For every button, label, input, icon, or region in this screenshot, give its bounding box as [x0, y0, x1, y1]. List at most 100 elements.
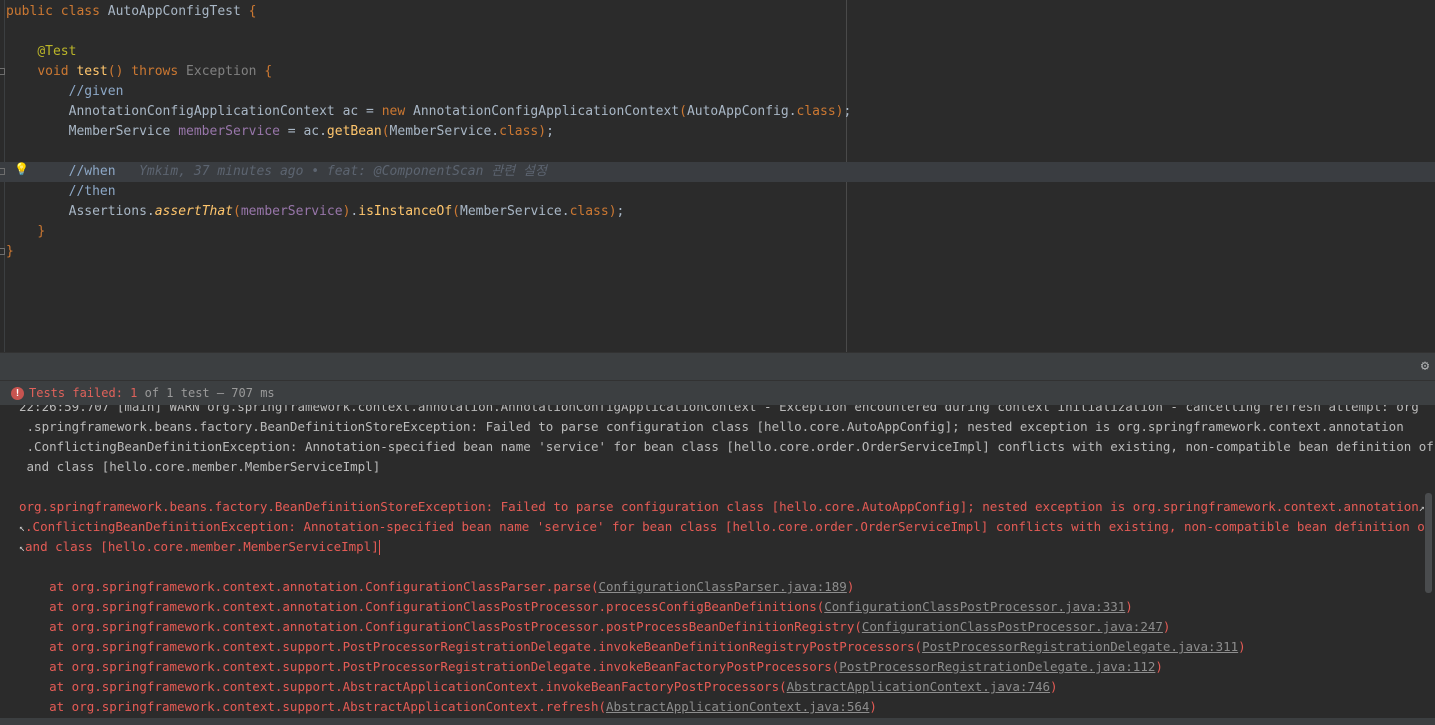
code-line[interactable]: public class AutoAppConfigTest {: [6, 2, 256, 22]
console-line[interactable]: at org.springframework.context.annotatio…: [19, 597, 1133, 617]
code-token: .: [491, 124, 500, 139]
code-token: //then: [68, 184, 116, 199]
code-token: MemberService: [389, 124, 492, 139]
code-token: assertThat: [154, 204, 234, 219]
error-text: ): [1050, 679, 1058, 694]
code-token: ac: [342, 104, 359, 119]
code-line[interactable]: //given: [6, 82, 124, 102]
console-line[interactable]: at org.springframework.context.annotatio…: [19, 617, 1170, 637]
code-token: ac: [303, 124, 320, 139]
code-token: AnnotationConfigApplicationContext: [68, 104, 343, 119]
code-line[interactable]: MemberService memberService = ac.getBean…: [6, 122, 554, 142]
source-link[interactable]: ConfigurationClassPostProcessor.java:247: [862, 619, 1163, 634]
code-token: test: [76, 64, 108, 79]
code-token: class: [796, 104, 836, 119]
log-text: .ConflictingBeanDefinitionException: Ann…: [19, 439, 1435, 454]
code-token: void: [37, 64, 77, 79]
console-line[interactable]: at org.springframework.context.support.A…: [19, 677, 1058, 697]
code-token: {: [264, 64, 273, 79]
code-line[interactable]: void test() throws Exception {: [6, 62, 272, 82]
text-cursor: [378, 540, 380, 555]
source-link[interactable]: AbstractApplicationContext.java:564: [606, 699, 869, 714]
console-line[interactable]: at org.springframework.context.annotatio…: [19, 577, 854, 597]
code-token: AutoAppConfigTest: [107, 4, 249, 19]
fold-icon[interactable]: [0, 168, 5, 175]
console-scrollbar[interactable]: [1425, 493, 1432, 593]
tool-window-header: ⚙: [0, 352, 1435, 380]
gear-icon[interactable]: ⚙: [1418, 359, 1432, 373]
code-token: ): [835, 104, 844, 119]
code-token: =: [358, 104, 382, 119]
console-line[interactable]: ↖.ConflictingBeanDefinitionException: An…: [19, 517, 1435, 537]
console-line[interactable]: at org.springframework.context.support.P…: [19, 637, 1246, 657]
code-token: ;: [843, 104, 852, 119]
error-text: at org.springframework.context.annotatio…: [19, 619, 862, 634]
code-line[interactable]: }: [6, 242, 14, 262]
code-token: memberService: [240, 204, 343, 219]
source-link[interactable]: PostProcessorRegistrationDelegate.java:1…: [839, 659, 1155, 674]
code-token: }: [37, 224, 46, 239]
console-line[interactable]: ↖and class [hello.core.member.MemberServ…: [19, 537, 380, 557]
code-token: memberService: [178, 124, 280, 139]
console-line[interactable]: .ConflictingBeanDefinitionException: Ann…: [19, 437, 1435, 457]
code-token: //when: [68, 164, 116, 179]
error-text: and class [hello.core.member.MemberServi…: [25, 539, 379, 554]
log-text: and class [hello.core.member.MemberServi…: [19, 459, 381, 474]
source-link[interactable]: AbstractApplicationContext.java:746: [787, 679, 1050, 694]
bottom-status-strip: [0, 718, 1435, 725]
source-link[interactable]: ConfigurationClassPostProcessor.java:331: [824, 599, 1125, 614]
code-token: =: [279, 124, 304, 139]
code-editor[interactable]: 💡 public class AutoAppConfigTest { @Test…: [0, 0, 1435, 352]
code-token: .: [788, 104, 797, 119]
error-text: at org.springframework.context.annotatio…: [19, 599, 825, 614]
soft-wrap-icon: ↗: [1418, 503, 1425, 514]
console-line[interactable]: at org.springframework.context.support.P…: [19, 657, 1163, 677]
code-line[interactable]: //when Ymkim, 37 minutes ago • feat: @Co…: [6, 162, 547, 182]
source-link[interactable]: ConfigurationClassParser.java:189: [598, 579, 846, 594]
error-text: ): [1162, 619, 1171, 634]
code-token: (: [381, 124, 390, 139]
console-line[interactable]: and class [hello.core.member.MemberServi…: [19, 457, 381, 477]
code-token: (: [452, 204, 460, 219]
code-line[interactable]: }: [6, 222, 45, 242]
code-token: getBean: [326, 124, 382, 139]
code-token: .: [561, 204, 570, 219]
error-text: ): [846, 579, 855, 594]
source-link[interactable]: PostProcessorRegistrationDelegate.java:3…: [922, 639, 1238, 654]
code-token: ): [538, 124, 547, 139]
code-token: (: [233, 204, 241, 219]
code-line[interactable]: @Test: [6, 42, 76, 62]
log-text: .springframework.beans.factory.BeanDefin…: [19, 419, 1404, 434]
code-token: .: [146, 204, 155, 219]
code-line[interactable]: Assertions.assertThat(memberService).isI…: [6, 202, 625, 222]
console-output[interactable]: 22:26:59.707 [main] WARN org.springframe…: [0, 405, 1435, 725]
code-token: MemberService: [68, 124, 179, 139]
error-text: at org.springframework.context.support.P…: [19, 639, 923, 654]
fold-icon[interactable]: [0, 68, 5, 75]
console-line[interactable]: org.springframework.beans.factory.BeanDe…: [19, 497, 1425, 517]
error-text: at org.springframework.context.support.A…: [19, 699, 606, 714]
code-line[interactable]: //then: [6, 182, 116, 202]
code-token: class: [499, 124, 539, 139]
error-icon: !: [11, 387, 24, 400]
code-token: .: [319, 124, 327, 139]
status-label: Tests failed:: [29, 386, 131, 400]
error-text: at org.springframework.context.support.P…: [19, 659, 840, 674]
fold-icon[interactable]: [0, 248, 5, 255]
console-line[interactable]: .springframework.beans.factory.BeanDefin…: [19, 417, 1404, 437]
code-token: Ymkim, 37 minutes ago • feat: @Component…: [139, 164, 547, 179]
console-line[interactable]: at org.springframework.context.support.A…: [19, 697, 877, 717]
code-token: AutoAppConfig: [686, 104, 789, 119]
code-token: (: [679, 104, 687, 119]
console-line[interactable]: 22:26:59.707 [main] WARN org.springframe…: [19, 405, 1419, 417]
code-token: Assertions: [68, 204, 147, 219]
code-token: MemberService: [460, 204, 562, 219]
code-line[interactable]: AnnotationConfigApplicationContext ac = …: [6, 102, 852, 122]
